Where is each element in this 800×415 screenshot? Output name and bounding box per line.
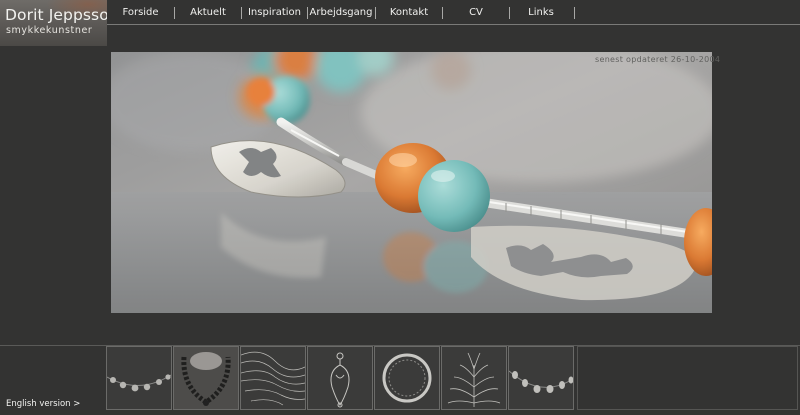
line-drawing-thumbnail[interactable] — [240, 346, 306, 410]
nav-item-forside[interactable]: Forside — [107, 6, 174, 20]
info-panel — [577, 346, 798, 410]
bead-necklace-thumbnail[interactable] — [106, 346, 172, 410]
last-updated-text: senest opdateret 26-10-2004 — [595, 55, 721, 64]
plant-sketch-icon — [442, 347, 506, 409]
nav-item-links[interactable]: Links — [510, 6, 572, 20]
main-navigation: Forside Aktuelt Inspiration Arbejdsgang … — [107, 0, 800, 24]
nav-item-kontakt[interactable]: Kontakt — [376, 6, 442, 20]
dark-necklace-thumbnail[interactable] — [173, 346, 239, 410]
plant-sketch-thumbnail[interactable] — [441, 346, 507, 410]
thumbnail-strip: English version > — [0, 345, 800, 415]
site-name: Dorit Jeppsson — [5, 6, 107, 24]
nav-item-arbejdsgang[interactable]: Arbejdsgang — [308, 6, 374, 20]
hero-necklace-photo — [111, 52, 712, 313]
bead-chain-thumbnail[interactable] — [508, 346, 574, 410]
site-logo[interactable]: Dorit Jeppsson smykkekunstner — [0, 0, 107, 46]
pendant-sketch-thumbnail[interactable] — [307, 346, 373, 410]
english-version-link[interactable]: English version > — [6, 399, 80, 409]
nav-item-inspiration[interactable]: Inspiration — [242, 6, 307, 20]
pendant-sketch-icon — [308, 347, 372, 409]
ring-thumbnail[interactable] — [374, 346, 440, 410]
nav-separator — [574, 7, 575, 19]
site-subtitle: smykkekunstner — [6, 25, 93, 36]
nav-item-cv[interactable]: CV — [443, 6, 509, 20]
nav-item-aktuelt[interactable]: Aktuelt — [175, 6, 241, 20]
bead-chain-icon — [509, 347, 573, 409]
ring-icon — [375, 347, 439, 409]
nav-divider — [107, 24, 800, 25]
bead-necklace-icon — [107, 347, 171, 409]
line-drawing-icon — [241, 347, 305, 409]
necklace-image — [111, 52, 712, 313]
dark-necklace-icon — [174, 347, 238, 409]
